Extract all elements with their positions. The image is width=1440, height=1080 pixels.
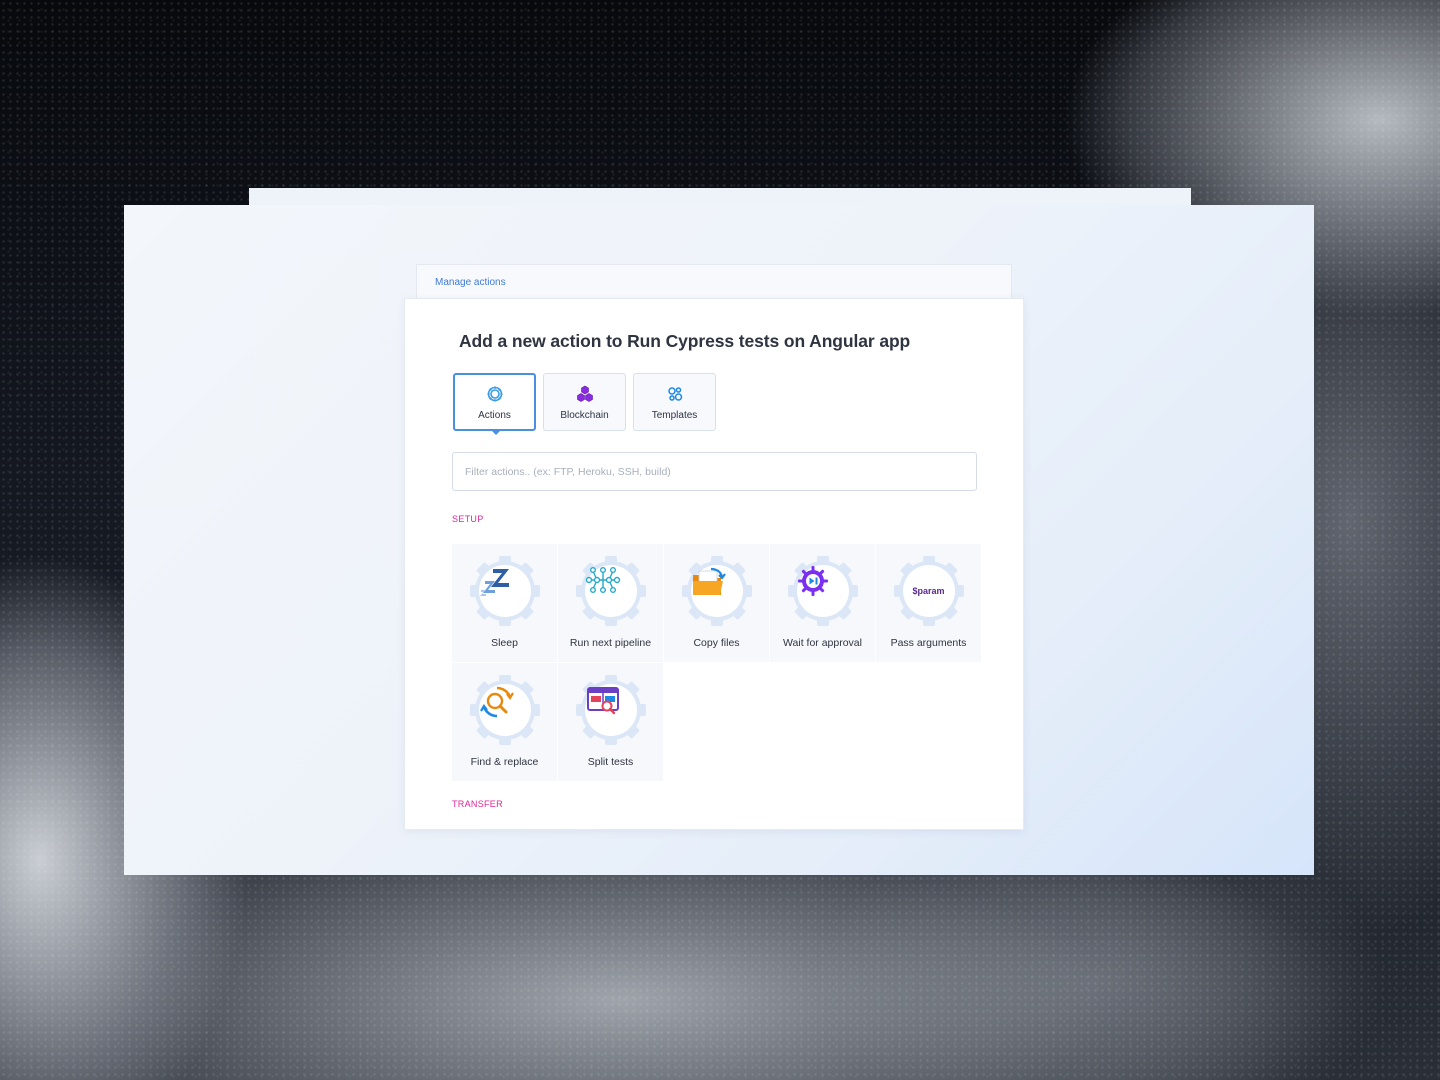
tab-blockchain[interactable]: Blockchain (543, 373, 626, 431)
action-tabs: Actions Blockchain Templates (453, 373, 716, 435)
action-run-next-pipeline[interactable]: Run next pipeline (558, 544, 663, 662)
gear-icon (487, 386, 502, 401)
action-pass-arguments[interactable]: $param Pass arguments (876, 544, 981, 662)
find-replace-icon (479, 686, 514, 718)
sleep-icon (479, 569, 509, 596)
action-label: Sleep (491, 637, 518, 649)
action-sleep[interactable]: Sleep (452, 544, 557, 662)
gear-badge (573, 672, 649, 748)
tab-templates[interactable]: Templates (633, 373, 716, 431)
gear-badge (679, 553, 755, 629)
gear-badge (467, 672, 543, 748)
action-label: Run next pipeline (569, 637, 652, 649)
gear-badge: $param (891, 553, 967, 629)
tab-label: Actions (478, 409, 511, 421)
action-label: Wait for approval (783, 637, 862, 649)
action-label: Copy files (693, 637, 740, 649)
manage-actions-link[interactable]: Manage actions (435, 277, 506, 288)
sparam-icon: $param (912, 586, 945, 596)
action-label: Pass arguments (890, 637, 967, 649)
gear-badge (573, 553, 649, 629)
action-label: Find & replace (470, 756, 539, 768)
action-find-replace[interactable]: Find & replace (452, 663, 557, 781)
blockchain-icon (576, 385, 593, 402)
action-label: Split tests (587, 756, 634, 768)
gear-badge (785, 553, 861, 629)
folder-icon (692, 567, 726, 595)
split-tests-icon (586, 687, 619, 715)
section-label-setup: SETUP (452, 514, 484, 524)
tab-label: Blockchain (560, 409, 609, 421)
gear-badge (467, 553, 543, 629)
setup-actions-grid: Sleep Run next pipeline Copy files Wait … (452, 544, 981, 781)
templates-icon (667, 386, 682, 401)
dialog-title: Add a new action to Run Cypress tests on… (459, 331, 911, 351)
section-label-transfer: TRANSFER (452, 799, 503, 809)
play-pause-icon (797, 566, 828, 596)
action-wait-for-approval[interactable]: Wait for approval (770, 544, 875, 662)
pipeline-icon (585, 567, 620, 594)
filter-actions-input[interactable] (452, 452, 977, 491)
add-action-dialog: Add a new action to Run Cypress tests on… (404, 298, 1024, 830)
tab-label: Templates (651, 409, 698, 421)
action-copy-files[interactable]: Copy files (664, 544, 769, 662)
action-split-tests[interactable]: Split tests (558, 663, 663, 781)
tab-actions[interactable]: Actions (453, 373, 536, 435)
